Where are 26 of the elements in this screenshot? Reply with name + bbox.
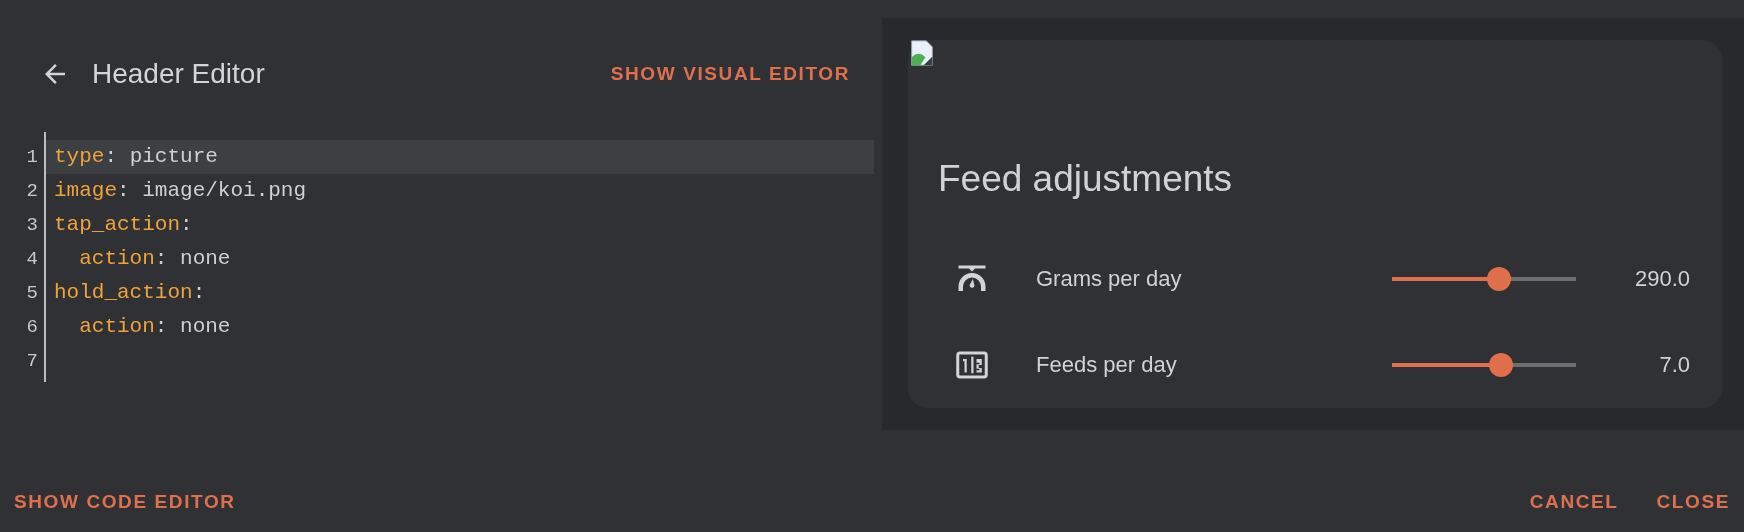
row-label: Grams per day	[1036, 266, 1183, 292]
line-number: 2	[25, 179, 39, 204]
line-number: 6	[25, 315, 39, 340]
code-line: hold_action:	[53, 280, 207, 306]
show-visual-editor-button[interactable]: SHOW VISUAL EDITOR	[600, 57, 860, 91]
slider-reading: 7.0	[1658, 352, 1690, 378]
line-number: 1	[25, 145, 39, 170]
broken-image-icon	[908, 40, 936, 66]
line-number: 5	[25, 281, 39, 306]
editor-title: Header Editor	[92, 58, 266, 90]
slider-thumb[interactable]	[1488, 353, 1513, 377]
line-number: 7	[25, 349, 39, 374]
code-editor[interactable]: 1 2 3 4 5 6 7 type: picture image: image/koi.png tap_action: action: none hold_action: action: none	[0, 132, 874, 382]
line-number: 3	[25, 213, 39, 238]
card-title: Feed adjustments	[938, 158, 1234, 200]
row-label: Feeds per day	[1036, 352, 1178, 378]
code-line: image: image/koi.png	[53, 178, 308, 204]
slider-reading: 290.0	[1633, 266, 1690, 292]
footer-button[interactable]: SHOW CODE EDITOR	[4, 485, 246, 519]
code-line: tap_action:	[53, 212, 194, 238]
slider-thumb[interactable]	[1486, 267, 1511, 291]
line-number: 4	[25, 247, 39, 272]
footer-button[interactable]: CANCEL	[1519, 485, 1629, 519]
code-line: action: none	[78, 246, 232, 272]
footer-button[interactable]: CLOSE	[1646, 485, 1740, 519]
code-line: action: none	[78, 314, 232, 340]
